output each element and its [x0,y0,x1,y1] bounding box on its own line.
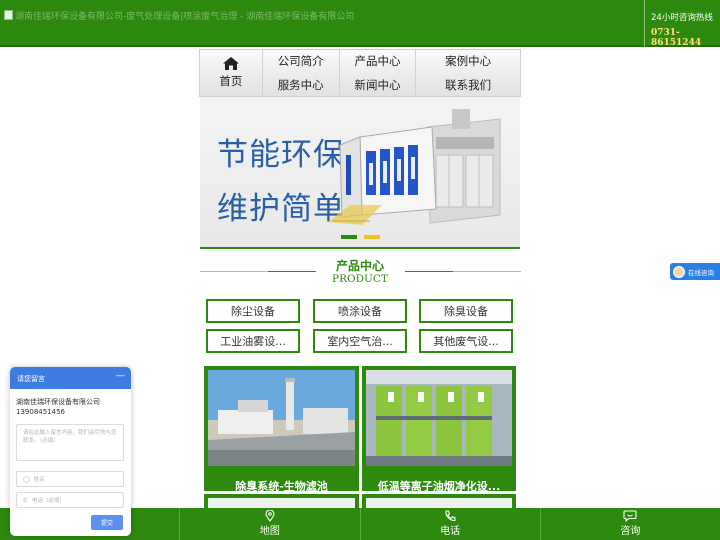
online-consult-badge[interactable]: 在线咨询 [670,263,720,280]
nav-item-cases[interactable]: 案例中心 [445,53,491,69]
footer-consult-label: 咨询 [620,526,641,537]
nav-item-products[interactable]: 产品中心 [354,53,400,69]
site-logo-link[interactable]: 湖南佳瑞环保设备有限公司-废气处理设备|喷涂废气治理 - 湖南佳瑞环保设备有限公… [4,7,604,23]
nav-item-service[interactable]: 服务中心 [278,77,324,93]
hero-banner[interactable]: 节能环保 维护简单 [200,97,520,247]
category-other-gas[interactable]: 其他废气设... [419,329,513,353]
footer-consult[interactable]: 咨询 [541,508,720,540]
nav-column-3: 案例中心 联系我们 [416,50,520,96]
banner-divider [200,247,520,249]
category-deodorization[interactable]: 除臭设备 [419,299,513,323]
broken-image-icon [4,10,13,20]
hotline[interactable]: 24小时咨询热线 0731-86151244 [644,0,720,48]
footer-map[interactable]: 地图 [180,508,361,540]
phone-field[interactable]: ✆ 电话（必填） [16,492,124,508]
header-bar: 湖南佳瑞环保设备有限公司-废气处理设备|喷涂废气治理 - 湖南佳瑞环保设备有限公… [0,0,720,48]
phone-icon [445,510,456,521]
category-spray-equipment[interactable]: 喷涂设备 [313,299,407,323]
user-icon: ◯ [23,475,30,483]
message-popup-header: 请您留言 — [10,367,131,389]
nav-home-label: 首页 [219,74,243,88]
company-phone: 13908451456 [16,408,65,416]
footer-phone[interactable]: 电话 [361,508,541,540]
message-popup-title: 请您留言 [17,375,45,383]
company-name: 湖南佳瑞环保设备有限公司 [16,398,100,406]
phone-icon: ✆ [23,496,29,504]
products-title: 产品中心 [335,259,384,273]
nav-item-about[interactable]: 公司简介 [278,53,324,69]
agent-avatar [673,265,685,278]
minimize-icon[interactable]: — [116,371,125,381]
phone-placeholder: 电话（必填） [32,498,66,504]
product-caption-biofilter: 除臭系统-生物滤池 [235,480,328,493]
home-icon [222,57,239,70]
category-oil-mist[interactable]: 工业油雾设... [206,329,300,353]
nav-column-1: 公司简介 服务中心 [263,50,340,96]
product-image-biofilter [208,370,355,466]
hotline-number: 0731-86151244 [651,28,702,48]
product-caption-plasma-purifier: 低温等离子油烟净化设... [377,480,501,493]
message-textarea[interactable]: 请在此输入留言内容，我们会尽快与您联系。（必填） [16,424,124,461]
hotline-label: 24小时咨询热线 [651,13,713,23]
logo-alt-text: 湖南佳瑞环保设备有限公司-废气处理设备|喷涂废气治理 - 湖南佳瑞环保设备有限公… [15,11,355,22]
product-image-plasma-purifier [366,370,512,466]
spray-booth-image [328,109,501,225]
nav-item-news[interactable]: 新闻中心 [354,77,400,93]
category-indoor-air[interactable]: 室内空气治... [313,329,407,353]
company-info: 湖南佳瑞环保设备有限公司 13908451456 [10,389,131,417]
chat-bubble-icon [623,510,637,522]
products-section-title: 产品中心 PRODUCT [200,257,521,287]
name-placeholder: 姓名 [33,477,45,483]
nav-home[interactable]: 首页 [200,50,263,96]
product-card-biofilter[interactable]: 除臭系统-生物滤池 [204,366,359,493]
message-popup: 请您留言 — 湖南佳瑞环保设备有限公司 13908451456 请在此输入留言内… [10,367,131,536]
footer-map-label: 地图 [259,526,280,537]
footer-phone-label: 电话 [440,526,461,537]
category-dust-removal[interactable]: 除尘设备 [206,299,300,323]
submit-button[interactable]: 提交 [91,515,123,530]
product-card-plasma-purifier[interactable]: 低温等离子油烟净化设... [362,366,516,493]
online-consult-label: 在线咨询 [688,268,714,277]
name-field[interactable]: ◯ 姓名 [16,471,124,487]
banner-pagination [341,235,380,239]
nav-column-2: 产品中心 新闻中心 [340,50,417,96]
products-subtitle: PRODUCT [332,273,388,285]
banner-dot-1[interactable] [341,235,357,239]
main-nav: 首页 公司简介 服务中心 产品中心 新闻中心 案例中心 联系我们 [199,49,521,97]
banner-dot-2[interactable] [364,235,380,239]
nav-item-contact[interactable]: 联系我们 [445,77,491,93]
map-pin-icon [265,510,275,522]
